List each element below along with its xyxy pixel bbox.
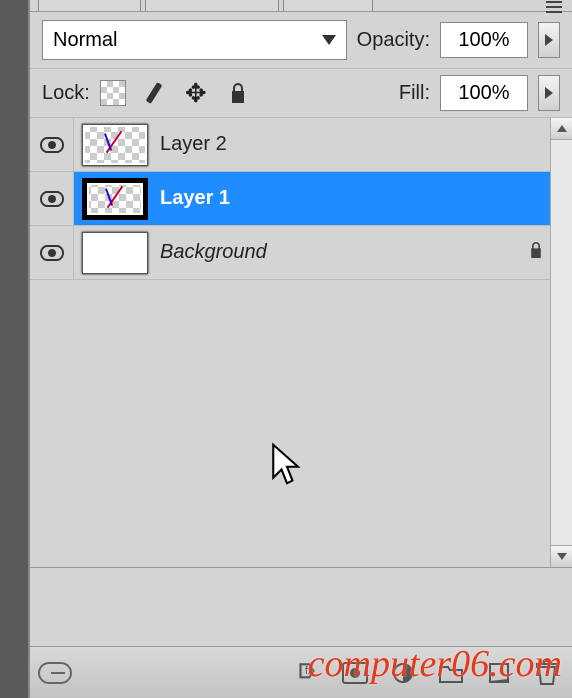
layer-thumbnail[interactable] <box>82 124 148 166</box>
fill-value[interactable]: 100% <box>440 75 528 111</box>
blend-mode-dropdown[interactable]: Normal <box>42 20 347 60</box>
fill-label: Fill: <box>399 82 430 105</box>
link-layers-button[interactable] <box>38 656 72 690</box>
tab-layers[interactable]: LAYERS <box>38 0 141 11</box>
tab-paths[interactable]: PATHS <box>283 0 372 11</box>
lock-all-button[interactable] <box>224 79 252 107</box>
triangle-up-icon <box>557 125 567 132</box>
lock-transparency-button[interactable] <box>100 80 126 106</box>
layer-row[interactable]: Layer 2 <box>30 118 572 172</box>
layer-name[interactable]: Layer 1 <box>160 187 548 210</box>
opacity-label: Opacity: <box>357 29 430 52</box>
fill-stepper[interactable] <box>538 75 560 111</box>
lock-fill-row: Lock: ✥ Fill: 100% <box>30 69 572 118</box>
lock-buttons: ✥ <box>100 79 252 107</box>
blend-mode-value: Normal <box>53 29 117 52</box>
scroll-up-button[interactable] <box>551 118 572 140</box>
eye-icon <box>40 191 64 207</box>
lock-position-button[interactable]: ✥ <box>182 79 210 107</box>
eye-icon <box>40 137 64 153</box>
blend-opacity-row: Normal Opacity: 100% <box>30 12 572 69</box>
chevron-down-icon <box>322 35 336 45</box>
opacity-stepper[interactable] <box>538 22 560 58</box>
layer-name[interactable]: Background <box>160 241 524 264</box>
lock-label: Lock: <box>42 82 90 105</box>
scroll-down-button[interactable] <box>551 545 572 567</box>
visibility-toggle[interactable] <box>30 172 74 225</box>
visibility-toggle[interactable] <box>30 118 74 171</box>
lock-pixels-button[interactable] <box>140 79 168 107</box>
layer-thumbnail[interactable] <box>82 178 148 220</box>
layer-row[interactable]: Background <box>30 226 572 280</box>
cursor-icon <box>270 442 304 486</box>
new-group-button[interactable] <box>434 656 468 690</box>
svg-text:fx: fx <box>305 665 314 677</box>
eye-icon <box>40 245 64 261</box>
layers-bottom-toolbar: fx <box>30 646 572 698</box>
layer-name[interactable]: Layer 2 <box>160 133 548 156</box>
triangle-down-icon <box>557 553 567 560</box>
triangle-right-icon <box>545 87 553 99</box>
layer-row[interactable]: Layer 1 <box>30 172 572 226</box>
layer-style-button[interactable]: fx <box>290 656 324 690</box>
layer-mask-button[interactable] <box>338 656 372 690</box>
layers-list: Layer 2 Layer 1 Background <box>30 118 572 568</box>
lock-icon <box>524 241 548 264</box>
opacity-value[interactable]: 100% <box>440 22 528 58</box>
link-icon <box>38 662 72 684</box>
panel-tabs: LAYERS CHANNELS PATHS <box>30 0 572 12</box>
adjustment-layer-button[interactable] <box>386 656 420 690</box>
tab-channels[interactable]: CHANNELS <box>145 0 279 11</box>
layer-thumbnail[interactable] <box>82 232 148 274</box>
triangle-right-icon <box>545 34 553 46</box>
canvas-background-strip <box>0 0 28 698</box>
visibility-toggle[interactable] <box>30 226 74 279</box>
new-layer-button[interactable] <box>482 656 516 690</box>
delete-layer-button[interactable] <box>530 656 564 690</box>
panel-menu-button[interactable] <box>540 0 568 18</box>
layers-panel: LAYERS CHANNELS PATHS Normal Opacity: 10… <box>28 0 572 698</box>
layers-scrollbar[interactable] <box>550 118 572 567</box>
